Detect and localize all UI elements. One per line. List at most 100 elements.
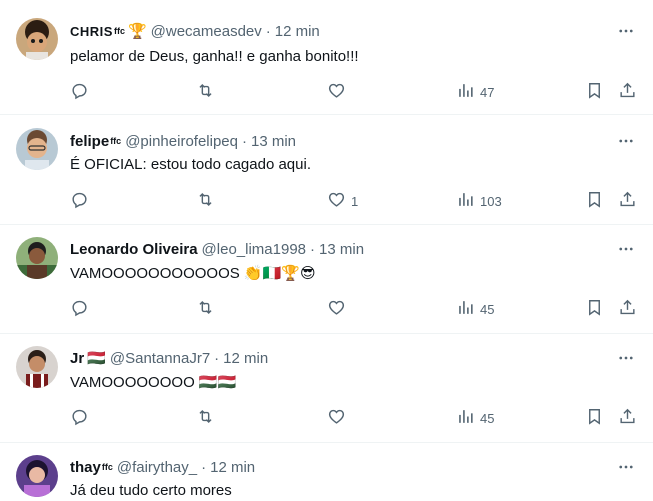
- tweet-actions: 47: [70, 81, 637, 103]
- view-count: 47: [480, 84, 495, 100]
- views-button[interactable]: 45: [456, 407, 494, 429]
- more-icon[interactable]: [615, 347, 637, 369]
- display-name[interactable]: thay: [70, 459, 101, 476]
- more-icon[interactable]: [615, 238, 637, 260]
- more-icon[interactable]: [615, 20, 637, 42]
- tweet-text-content: VAMOOOOOOOO: [70, 374, 195, 391]
- share-icon: [618, 190, 637, 212]
- avatar[interactable]: [16, 18, 58, 60]
- views-icon: [456, 407, 475, 429]
- share-button[interactable]: [618, 298, 637, 320]
- bookmark-icon: [585, 190, 604, 212]
- display-name[interactable]: felipe: [70, 133, 109, 150]
- retweet-button[interactable]: [196, 190, 215, 212]
- heart-icon: [327, 81, 346, 103]
- share-icon: [618, 407, 637, 429]
- avatar[interactable]: [16, 128, 58, 170]
- user-handle[interactable]: @SantannaJr7: [110, 350, 210, 367]
- tweet-text: pelamor de Deus, ganha!! e ganha bonito!…: [70, 48, 359, 65]
- views-button[interactable]: 103: [456, 190, 502, 212]
- views-icon: [456, 298, 475, 320]
- separator-dot: ·: [265, 22, 271, 40]
- display-name[interactable]: CHRIS: [70, 24, 113, 39]
- like-button[interactable]: 1: [327, 190, 358, 212]
- tweet-text-content: VAMOOOOOOOOOOOS: [70, 265, 240, 282]
- share-icon: [618, 81, 637, 103]
- bookmark-button[interactable]: [585, 298, 604, 320]
- more-icon[interactable]: [615, 456, 637, 478]
- retweet-icon: [196, 407, 215, 429]
- tweet-text: É OFICIAL: estou todo cagado aqui.: [70, 156, 311, 173]
- retweet-icon: [196, 81, 215, 103]
- tweet[interactable]: Leonardo Oliveira @leo_lima1998 · 13 min…: [0, 225, 653, 334]
- retweet-button[interactable]: [196, 298, 215, 320]
- name-badge: ffc: [110, 136, 122, 146]
- retweet-button[interactable]: [196, 407, 215, 429]
- tweet-text: VAMOOOOOOOOOOOS 👏🇮🇹🏆😎: [70, 263, 633, 284]
- view-count: 45: [480, 301, 495, 317]
- reply-button[interactable]: [70, 407, 89, 429]
- views-button[interactable]: 45: [456, 298, 494, 320]
- share-button[interactable]: [618, 407, 637, 429]
- tweet-emojis: 🇭🇺🇭🇺: [198, 373, 237, 391]
- views-button[interactable]: 47: [456, 81, 494, 103]
- views-icon: [456, 81, 475, 103]
- reply-icon: [70, 298, 89, 320]
- timestamp[interactable]: 13 min: [319, 241, 364, 258]
- tweet-actions: 1 103: [70, 190, 637, 212]
- user-handle[interactable]: @wecameasdev: [151, 23, 262, 40]
- more-icon[interactable]: [615, 130, 637, 152]
- display-name[interactable]: Jr: [70, 350, 84, 367]
- name-badge: ffc: [113, 26, 125, 36]
- tweet[interactable]: thay ffc @fairythay_ · 12 min Já deu tud…: [0, 443, 653, 501]
- retweet-icon: [196, 190, 215, 212]
- tweet-header: CHRIS ffc 🏆 @wecameasdev · 12 min: [70, 20, 603, 42]
- heart-icon: [327, 190, 346, 212]
- like-button[interactable]: [327, 407, 351, 429]
- tweet-text: Já deu tudo certo mores: [70, 482, 232, 499]
- user-handle[interactable]: @fairythay_: [117, 459, 197, 476]
- bookmark-button[interactable]: [585, 190, 604, 212]
- separator-dot: ·: [201, 458, 207, 476]
- bookmark-icon: [585, 81, 604, 103]
- timestamp[interactable]: 12 min: [275, 23, 320, 40]
- bookmark-button[interactable]: [585, 81, 604, 103]
- tweet[interactable]: felipe ffc @pinheirofelipeq · 13 min É O…: [0, 115, 653, 225]
- avatar[interactable]: [16, 455, 58, 497]
- avatar[interactable]: [16, 237, 58, 279]
- timestamp[interactable]: 12 min: [223, 350, 268, 367]
- reply-icon: [70, 190, 89, 212]
- reply-button[interactable]: [70, 298, 89, 320]
- retweet-button[interactable]: [196, 81, 215, 103]
- tweet[interactable]: CHRIS ffc 🏆 @wecameasdev · 12 min pelamo…: [0, 0, 653, 115]
- reply-icon: [70, 81, 89, 103]
- avatar[interactable]: [16, 346, 58, 388]
- tweet[interactable]: Jr 🇭🇺 @SantannaJr7 · 12 min VAMOOOOOOOO …: [0, 334, 653, 443]
- like-count: 1: [351, 193, 359, 209]
- hungary-flag-emoji: 🇭🇺: [87, 349, 106, 367]
- name-badge: ffc: [101, 462, 113, 472]
- reply-button[interactable]: [70, 81, 89, 103]
- views-icon: [456, 190, 475, 212]
- like-button[interactable]: [327, 298, 351, 320]
- reply-button[interactable]: [70, 190, 89, 212]
- trophy-emoji: 🏆: [127, 22, 147, 40]
- tweet-header: thay ffc @fairythay_ · 12 min: [70, 456, 603, 478]
- separator-dot: ·: [310, 240, 316, 258]
- share-button[interactable]: [618, 190, 637, 212]
- timestamp[interactable]: 13 min: [251, 133, 296, 150]
- user-handle[interactable]: @pinheirofelipeq: [125, 133, 238, 150]
- timestamp[interactable]: 12 min: [210, 459, 255, 476]
- user-handle[interactable]: @leo_lima1998: [202, 241, 306, 258]
- separator-dot: ·: [214, 349, 220, 367]
- bookmark-button[interactable]: [585, 407, 604, 429]
- tweet-actions: 45: [70, 407, 637, 429]
- share-icon: [618, 298, 637, 320]
- bookmark-icon: [585, 298, 604, 320]
- tweet-emojis: 👏🇮🇹🏆😎: [243, 264, 316, 282]
- share-button[interactable]: [618, 81, 637, 103]
- display-name[interactable]: Leonardo Oliveira: [70, 241, 198, 258]
- like-button[interactable]: [327, 81, 351, 103]
- retweet-icon: [196, 298, 215, 320]
- view-count: 45: [480, 410, 495, 426]
